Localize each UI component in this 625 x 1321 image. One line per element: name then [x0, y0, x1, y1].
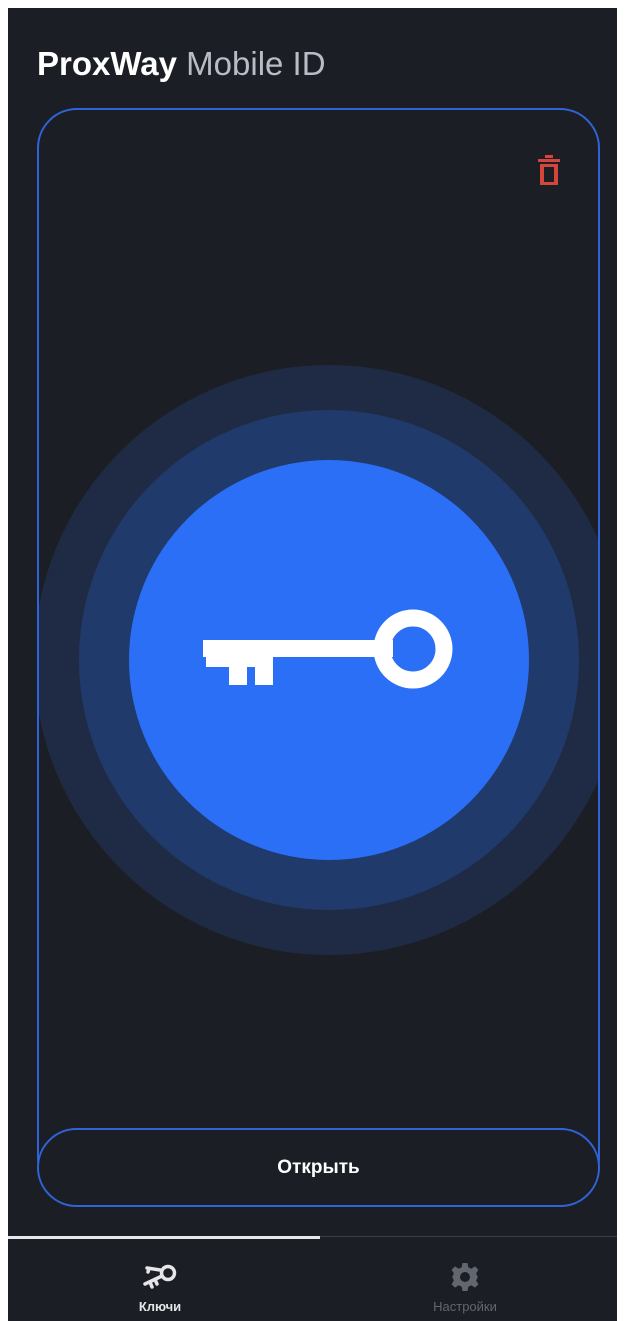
tab-keys[interactable]: Ключи — [8, 1237, 312, 1321]
key-icon — [203, 609, 453, 689]
bottom-navigation: Ключи Настройки — [8, 1236, 617, 1321]
gear-icon — [445, 1259, 485, 1295]
trash-icon — [538, 155, 560, 185]
app-brand: ProxWay — [37, 45, 177, 82]
tab-settings[interactable]: Настройки — [313, 1237, 617, 1321]
app-subtitle: Mobile ID — [186, 45, 326, 82]
key-card — [37, 108, 600, 1198]
app-title: ProxWay Mobile ID — [37, 44, 326, 84]
delete-key-button[interactable] — [529, 150, 569, 190]
app-screen: ProxWay Mobile ID Открыть Ключи Настройк… — [8, 8, 617, 1321]
keys-icon — [140, 1259, 180, 1295]
tab-keys-label: Ключи — [138, 1299, 182, 1314]
open-button[interactable]: Открыть — [37, 1128, 600, 1207]
unlock-key-button[interactable] — [129, 460, 529, 860]
tab-settings-label: Настройки — [433, 1299, 497, 1314]
